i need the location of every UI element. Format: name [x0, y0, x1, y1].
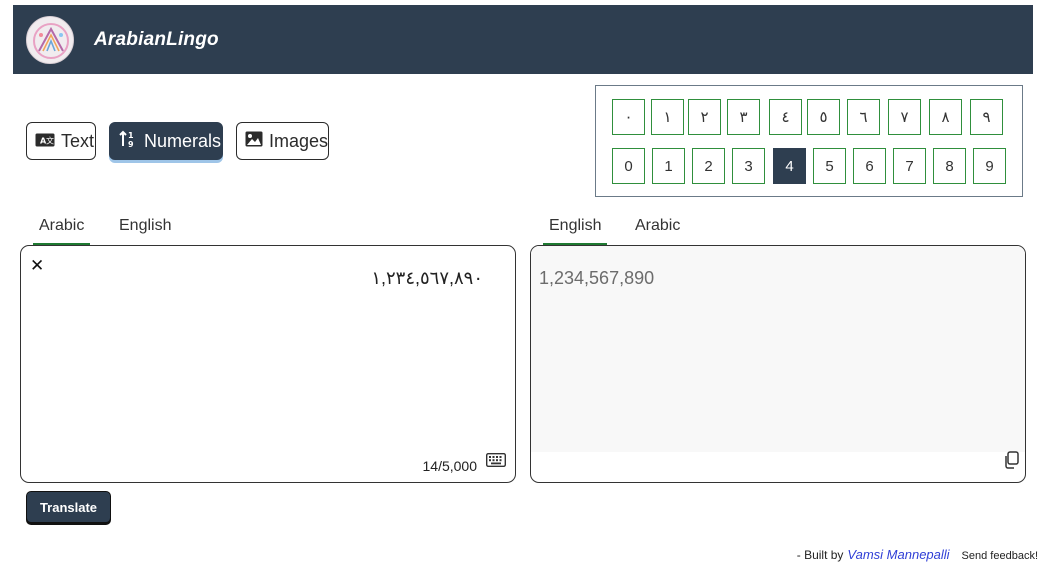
footer: - Built by Vamsi Mannepalli Send feedbac… — [797, 547, 1038, 562]
key-western-0[interactable]: 0 — [612, 148, 645, 184]
key-western-7[interactable]: 7 — [893, 148, 926, 184]
character-counter: 14/5,000 — [422, 458, 478, 474]
author-link[interactable]: Vamsi Mannepalli — [847, 547, 949, 562]
svg-text:9: 9 — [128, 140, 134, 149]
feedback-link[interactable]: Send feedback! — [962, 550, 1038, 562]
mode-images-label: Images — [269, 130, 329, 151]
key-arabic-9[interactable]: ٩ — [970, 99, 1003, 135]
key-arabic-3[interactable]: ٣ — [727, 99, 760, 135]
key-western-4[interactable]: 4 — [773, 148, 806, 184]
target-output-text: 1,234,567,890 — [539, 268, 655, 288]
mode-numerals-label: Numerals — [144, 130, 222, 151]
key-arabic-5[interactable]: ٥ — [807, 99, 840, 135]
svg-text:1: 1 — [128, 131, 134, 140]
clear-icon[interactable]: ✕ — [30, 256, 44, 276]
tab-target-arabic[interactable]: Arabic — [635, 217, 680, 243]
image-icon — [245, 131, 263, 152]
key-western-5[interactable]: 5 — [813, 148, 846, 184]
mode-numerals-button[interactable]: 19 Numerals — [109, 122, 223, 160]
key-arabic-6[interactable]: ٦ — [847, 99, 880, 135]
copy-icon[interactable] — [1003, 451, 1019, 474]
brand-title: ArabianLingo — [94, 28, 219, 50]
key-arabic-0[interactable]: ٠ — [612, 99, 645, 135]
key-western-9[interactable]: 9 — [973, 148, 1006, 184]
tab-target-english[interactable]: English — [543, 217, 608, 246]
tab-source-english[interactable]: English — [119, 217, 171, 243]
source-text-area[interactable]: ✕ ١,٢٣٤,٥٦٧,٨٩٠ 14/5,000 — [20, 245, 516, 483]
key-western-3[interactable]: 3 — [732, 148, 765, 184]
mode-text-button[interactable]: A文 Text — [26, 122, 96, 160]
key-western-1[interactable]: 1 — [652, 148, 685, 184]
mode-images-button[interactable]: Images — [236, 122, 329, 160]
tab-source-arabic[interactable]: Arabic — [33, 217, 91, 246]
key-arabic-2[interactable]: ٢ — [688, 99, 721, 135]
logo-icon[interactable] — [26, 15, 74, 64]
sort-numeric-icon: 19 — [118, 129, 138, 154]
key-western-8[interactable]: 8 — [933, 148, 966, 184]
mode-text-label: Text — [61, 130, 95, 151]
source-input-text[interactable]: ١,٢٣٤,٥٦٧,٨٩٠ — [371, 268, 483, 289]
keyboard-icon[interactable] — [485, 452, 507, 472]
key-arabic-8[interactable]: ٨ — [929, 99, 962, 135]
app-header: ArabianLingo — [13, 5, 1033, 74]
key-arabic-4[interactable]: ٤ — [769, 99, 802, 135]
key-western-2[interactable]: 2 — [692, 148, 725, 184]
target-text-area: 1,234,567,890 — [530, 245, 1026, 483]
footer-prefix: - Built by — [796, 548, 844, 562]
key-arabic-1[interactable]: ١ — [651, 99, 684, 135]
digit-keypad: ٠ ١ ٢ ٣ ٤ ٥ ٦ ٧ ٨ ٩ 0 1 2 3 4 5 6 7 8 9 — [595, 85, 1023, 197]
key-arabic-7[interactable]: ٧ — [888, 99, 921, 135]
language-card-icon: A文 — [35, 131, 55, 152]
key-western-6[interactable]: 6 — [853, 148, 886, 184]
svg-text:文: 文 — [46, 135, 54, 145]
translate-button[interactable]: Translate — [26, 491, 111, 523]
